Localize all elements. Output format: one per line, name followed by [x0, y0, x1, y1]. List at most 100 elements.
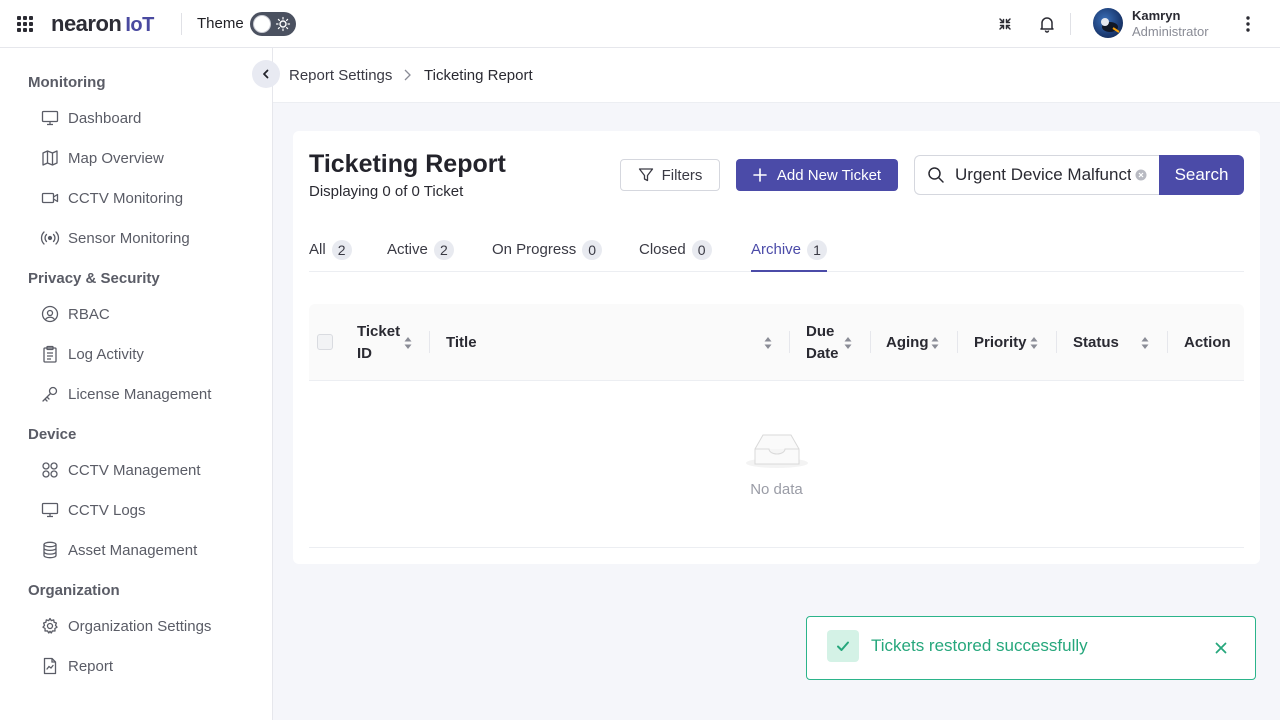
- divider: [1070, 13, 1071, 35]
- breadcrumb-parent-link[interactable]: Report Settings: [289, 67, 392, 84]
- user-circle-icon: [41, 305, 59, 323]
- tab-archive[interactable]: Archive 1: [751, 239, 828, 272]
- sort-icon[interactable]: [764, 336, 772, 350]
- column-header-action: Action: [1184, 304, 1231, 381]
- sort-icon[interactable]: [404, 336, 412, 350]
- theme-label: Theme: [197, 15, 244, 32]
- database-icon: [43, 541, 57, 559]
- clear-search-icon[interactable]: [1135, 169, 1147, 181]
- sidebar-collapse-button[interactable]: [252, 60, 280, 88]
- sidebar-section-privacy-security: Privacy & Security: [28, 270, 160, 287]
- filters-label: Filters: [661, 166, 703, 184]
- column-divider: [1167, 331, 1168, 353]
- column-header-title[interactable]: Title: [446, 304, 477, 381]
- search-input[interactable]: [955, 165, 1131, 185]
- sidebar-item-label: CCTV Monitoring: [68, 189, 184, 207]
- tab-count-badge: 0: [691, 240, 712, 260]
- breadcrumb: Report Settings Ticketing Report: [273, 48, 1280, 103]
- sidebar-item-dashboard[interactable]: Dashboard: [40, 105, 141, 131]
- tab-label: Archive: [751, 241, 802, 258]
- status-tabs: All 2 Active 2 On Progress 0 Closed 0 Archiv…: [309, 239, 1244, 272]
- sidebar-item-asset-management[interactable]: Asset Management: [40, 537, 197, 563]
- app-logo[interactable]: nearon IoT: [51, 11, 154, 37]
- tab-closed[interactable]: Closed 0: [639, 239, 712, 272]
- sidebar-item-report[interactable]: Report: [40, 653, 113, 679]
- theme-toggle[interactable]: [250, 12, 296, 36]
- column-label: Ticket ID: [357, 322, 401, 362]
- tab-active[interactable]: Active 2: [387, 239, 454, 272]
- add-new-ticket-label: Add New Ticket: [776, 166, 882, 184]
- sort-icon[interactable]: [844, 336, 852, 350]
- search-field: [914, 155, 1160, 195]
- sidebar-item-organization-settings[interactable]: Organization Settings: [40, 613, 211, 639]
- map-icon: [42, 150, 58, 166]
- tickets-table: Ticket ID Title Due Date Aging Priority …: [309, 304, 1244, 548]
- bell-icon[interactable]: [1035, 12, 1059, 36]
- tab-label: Closed: [639, 241, 686, 258]
- monitor-icon: [41, 110, 59, 126]
- search-icon: [928, 167, 944, 183]
- check-icon: [827, 630, 859, 662]
- apps-grid-icon[interactable]: [17, 16, 33, 32]
- column-header-status[interactable]: Status: [1073, 304, 1119, 381]
- more-vertical-icon[interactable]: [1236, 12, 1260, 36]
- page-title: Ticketing Report: [309, 150, 506, 178]
- column-label: Priority: [974, 333, 1027, 351]
- column-label: Title: [446, 333, 477, 351]
- empty-state-text: No data: [750, 481, 803, 498]
- sidebar-item-log-activity[interactable]: Log Activity: [40, 341, 144, 367]
- avatar[interactable]: [1093, 8, 1123, 38]
- sidebar-item-cctv-logs[interactable]: CCTV Logs: [40, 497, 146, 523]
- sidebar-item-label: RBAC: [68, 305, 110, 323]
- sort-icon[interactable]: [1141, 336, 1149, 350]
- tab-count-badge: 1: [807, 240, 828, 260]
- collapse-fullscreen-icon[interactable]: [993, 12, 1017, 36]
- column-divider: [789, 331, 790, 353]
- sidebar-item-label: Organization Settings: [68, 617, 212, 635]
- grid-circles-icon: [42, 462, 58, 478]
- ticket-count-text: Displaying 0 of 0 Ticket: [309, 183, 464, 200]
- column-divider: [1056, 331, 1057, 353]
- sidebar-section-monitoring: Monitoring: [28, 74, 106, 91]
- sidebar-item-rbac[interactable]: RBAC: [40, 301, 110, 327]
- chevron-right-icon: [404, 69, 411, 81]
- sidebar-item-cctv-monitoring[interactable]: CCTV Monitoring: [40, 185, 183, 211]
- column-label: Status: [1073, 333, 1119, 351]
- signal-icon: [40, 231, 60, 245]
- tab-label: Active: [387, 241, 428, 258]
- column-label: Aging: [886, 333, 929, 351]
- top-bar: nearon IoT Theme Kamryn Administrator: [0, 0, 1280, 48]
- chevron-left-icon: [263, 69, 269, 79]
- sidebar-item-label: Map Overview: [68, 149, 164, 167]
- sidebar-item-sensor-monitoring[interactable]: Sensor Monitoring: [40, 225, 190, 251]
- tab-on-progress[interactable]: On Progress 0: [492, 239, 603, 272]
- search-button[interactable]: Search: [1159, 155, 1244, 195]
- column-header-priority[interactable]: Priority: [974, 304, 1027, 381]
- sidebar-item-label: CCTV Logs: [68, 501, 146, 519]
- tab-all[interactable]: All 2: [309, 239, 352, 272]
- logo-sub-text: IoT: [125, 14, 154, 36]
- select-all-checkbox[interactable]: [317, 334, 333, 350]
- filter-icon: [638, 168, 653, 182]
- plus-icon: [753, 168, 767, 182]
- sidebar-item-map-overview[interactable]: Map Overview: [40, 145, 164, 171]
- empty-inbox-icon: [746, 434, 808, 468]
- filters-button[interactable]: Filters: [620, 159, 720, 191]
- close-icon[interactable]: [1211, 638, 1231, 658]
- sidebar-item-label: Log Activity: [68, 345, 144, 363]
- sidebar-item-cctv-management[interactable]: CCTV Management: [40, 457, 201, 483]
- add-new-ticket-button[interactable]: Add New Ticket: [736, 159, 898, 191]
- sort-icon[interactable]: [931, 336, 939, 350]
- tab-label: All: [309, 241, 326, 258]
- column-divider: [957, 331, 958, 353]
- divider: [181, 13, 182, 35]
- gear-icon: [42, 617, 58, 634]
- column-divider: [429, 331, 430, 353]
- column-label: Due Date: [806, 322, 839, 362]
- sort-icon[interactable]: [1030, 336, 1038, 350]
- column-header-aging[interactable]: Aging: [886, 304, 929, 381]
- success-toast: Tickets restored successfully: [806, 616, 1256, 680]
- tab-count-badge: 2: [433, 240, 454, 260]
- sidebar-item-license-management[interactable]: License Management: [40, 381, 211, 407]
- table-body: No data: [309, 381, 1244, 548]
